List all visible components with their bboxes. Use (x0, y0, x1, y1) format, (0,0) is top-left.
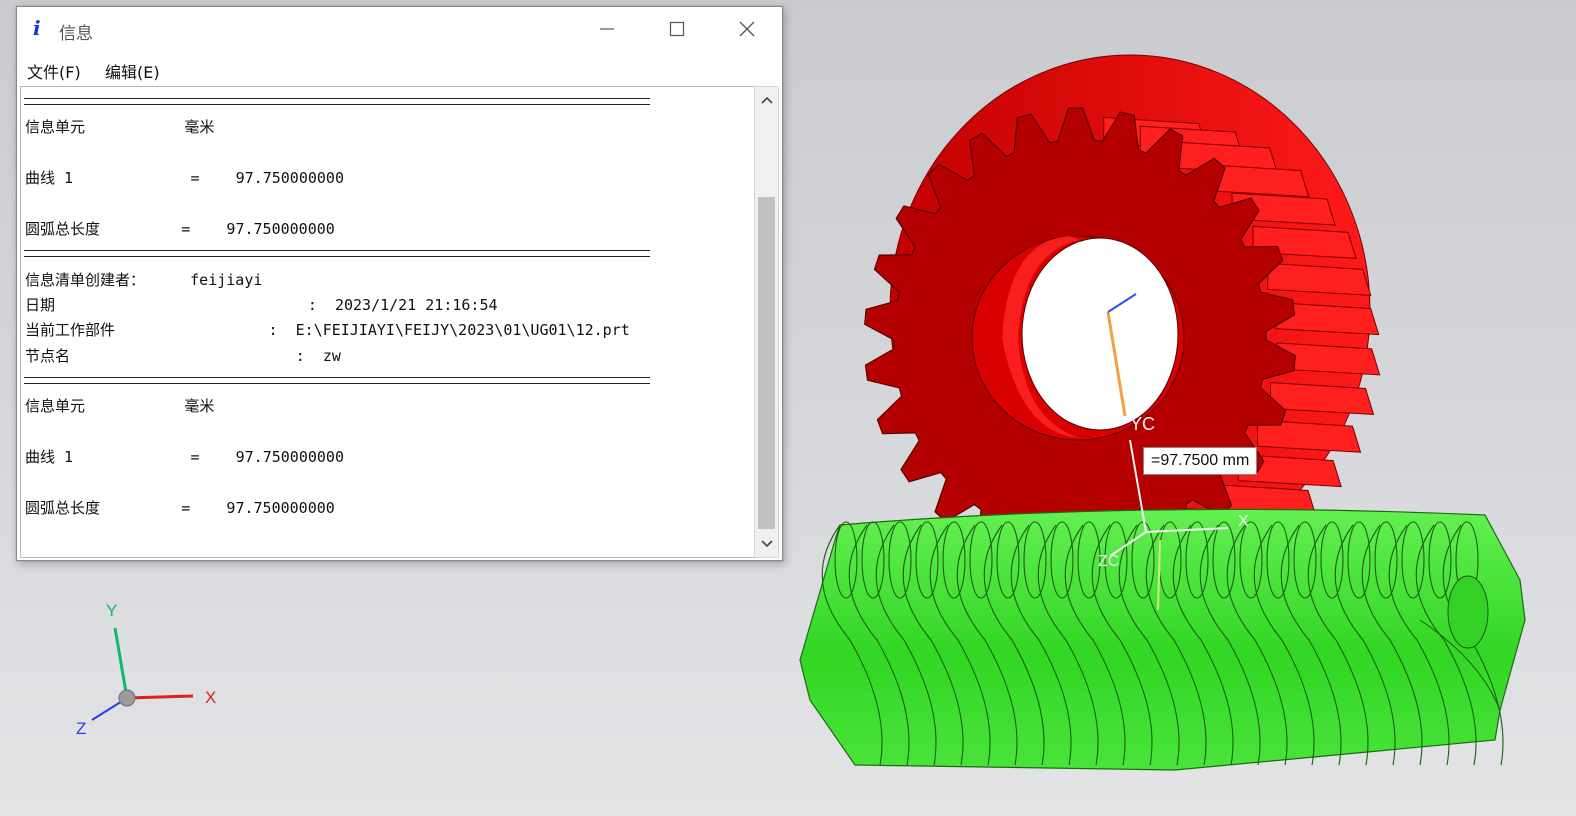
wcs-z-label: ZC (1098, 553, 1119, 570)
maximize-icon (669, 21, 685, 37)
info-line: 曲线 1 = 97.750000000 (25, 448, 344, 466)
info-line: 信息单元 毫米 (25, 397, 215, 415)
view-triad[interactable]: Y X Z (60, 590, 240, 750)
maximize-button[interactable] (642, 7, 712, 51)
info-line: 节点名 : zw (25, 347, 341, 365)
minimize-button[interactable] (572, 7, 642, 51)
wcs-y-label: YC (1130, 414, 1155, 434)
chevron-up-icon (760, 96, 773, 104)
triad-origin (118, 689, 136, 707)
scroll-up-button[interactable] (755, 87, 778, 113)
title-bar[interactable]: i 信息 (17, 7, 782, 51)
info-line: 信息单元 毫米 (25, 118, 215, 136)
close-button[interactable] (712, 7, 782, 51)
info-icon: i (33, 16, 41, 40)
info-line: 圆弧总长度 = 97.750000000 (25, 499, 335, 517)
triad-x-label: X (205, 688, 216, 707)
worm-shaft (799, 508, 1526, 771)
scroll-down-button[interactable] (755, 531, 778, 557)
minimize-icon (600, 28, 614, 30)
info-text-area[interactable]: 信息单元 毫米 曲线 1 = 97.750000000 圆弧总长度 = 97.7… (20, 86, 755, 558)
info-line: 信息清单创建者： feijiayi (25, 271, 263, 289)
chevron-down-icon (760, 540, 773, 548)
gear-worm-model[interactable]: YC X ZC (780, 20, 1560, 800)
separator-line (24, 250, 650, 257)
triad-z-label: Z (76, 719, 86, 738)
window-title: 信息 (59, 24, 93, 44)
info-line: 当前工作部件 : E:\FEIJIAYI\FEIJY\2023\01\UG01\… (25, 321, 630, 339)
info-line: 圆弧总长度 = 97.750000000 (25, 220, 335, 238)
dimension-label: =97.7500 mm (1143, 447, 1258, 475)
separator-line (24, 377, 650, 384)
triad-y-axis (113, 627, 129, 699)
vertical-scrollbar[interactable] (754, 86, 779, 558)
menu-bar: 文件(F) 编辑(E) (17, 53, 782, 85)
triad-x-axis (126, 694, 194, 700)
info-line: 日期 : 2023/1/21 21:16:54 (25, 296, 498, 314)
menu-file[interactable]: 文件(F) (27, 59, 81, 83)
separator-line (24, 98, 650, 105)
scroll-thumb[interactable] (758, 197, 775, 529)
triad-y-label: Y (106, 601, 117, 620)
close-icon (739, 21, 755, 37)
info-window[interactable]: i 信息 文件(F) 编辑(E) 信息单元 毫米 曲线 1 = 97.75000… (16, 6, 783, 561)
info-line: 曲线 1 = 97.750000000 (25, 169, 344, 187)
wcs-x-label: X (1238, 513, 1249, 530)
menu-edit[interactable]: 编辑(E) (105, 59, 160, 83)
